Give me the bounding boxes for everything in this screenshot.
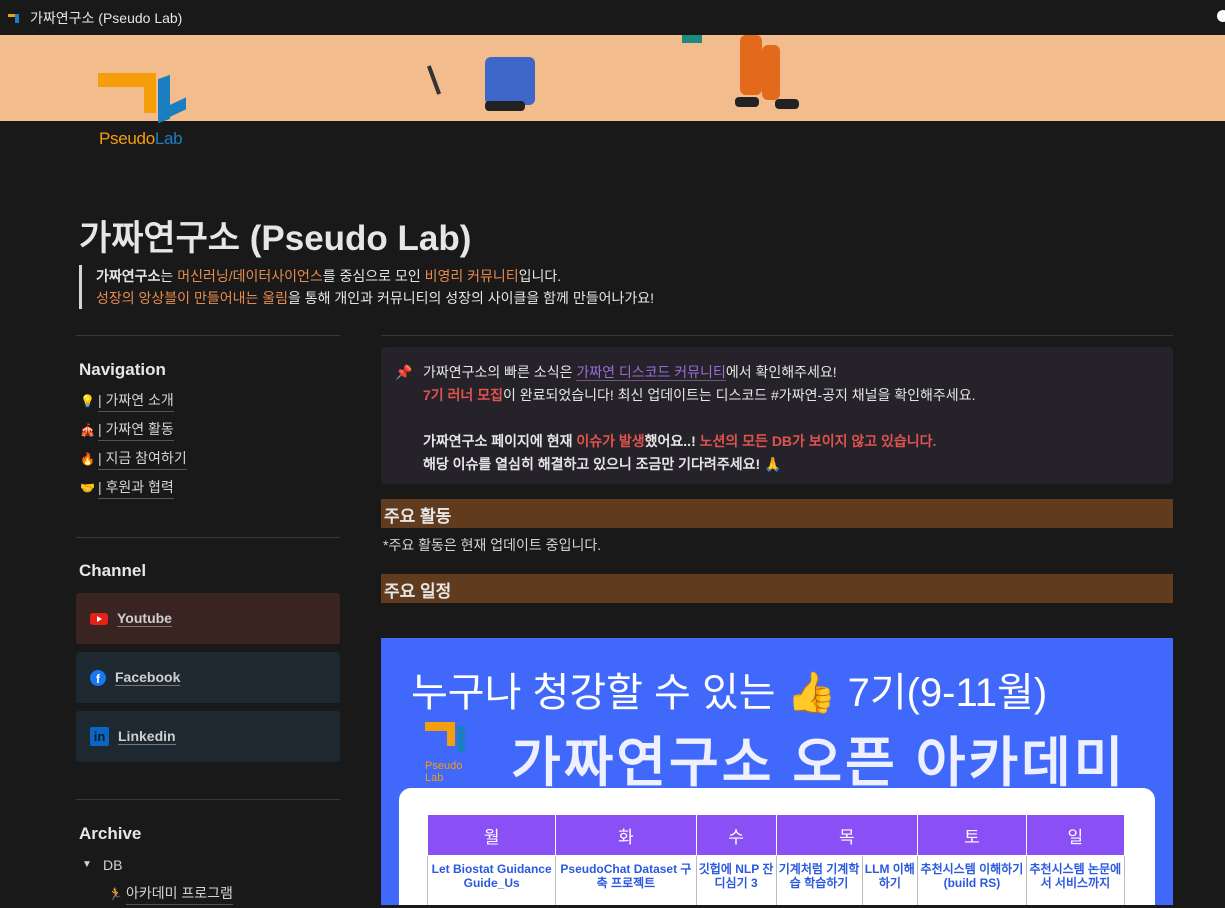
- navigation-section: Navigation 💡 | 가짜연 소개 🎪 | 가짜연 활동 🔥 | 지금 참여하…: [76, 360, 340, 502]
- archive-section: Archive ▼ DB 🏃 아카데미 프로그램: [76, 824, 340, 908]
- intro-quote: 가짜연구소는 머신러닝/데이터사이언스를 중심으로 모인 비영리 커뮤니티입니다…: [79, 265, 654, 309]
- divider: [381, 335, 1173, 336]
- pushpin-icon: 📌: [395, 364, 413, 380]
- fire-icon: 🔥: [80, 451, 95, 466]
- schedule-table: 월화수목토일 Let Biostat Guidance Guide_Us Pseu…: [426, 814, 1126, 905]
- poster-logo: Pseudo Lab: [425, 722, 465, 784]
- activities-note: *주요 활동은 현재 업데이트 중입니다.: [383, 537, 602, 553]
- circus-tent-icon: 🎪: [80, 422, 95, 437]
- notice-callout: 📌 가짜연구소의 빠른 소식은 가짜연 디스코드 커뮤니티에서 확인해주세요! …: [381, 347, 1173, 484]
- channel-title: Channel: [79, 561, 147, 580]
- runner-icon: 🏃: [108, 886, 123, 901]
- heading-activities: 주요 활동: [381, 499, 1173, 528]
- triangle-down-icon: ▼: [82, 859, 92, 870]
- favicon-icon: [8, 12, 22, 24]
- tab-title: 가짜연구소 (Pseudo Lab): [30, 9, 183, 26]
- youtube-icon: [90, 612, 108, 625]
- facebook-icon: f: [90, 669, 106, 686]
- archive-item-academy[interactable]: 🏃 아카데미 프로그램: [76, 879, 340, 908]
- divider: [76, 799, 340, 800]
- page-title: 가짜연구소 (Pseudo Lab): [79, 219, 472, 258]
- browser-tab[interactable]: 가짜연구소 (Pseudo Lab): [0, 0, 1225, 35]
- status-dot-icon: [1217, 10, 1225, 22]
- navigation-title: Navigation: [79, 360, 166, 379]
- channel-youtube[interactable]: Youtube: [76, 593, 340, 644]
- channel-linkedin[interactable]: in Linkedin: [76, 711, 340, 762]
- archive-title: Archive: [79, 824, 142, 843]
- channel-facebook[interactable]: f Facebook: [76, 652, 340, 703]
- nav-item-intro[interactable]: 💡 | 가짜연 소개: [76, 386, 340, 415]
- db-toggle[interactable]: ▼ DB: [76, 850, 340, 879]
- lightbulb-icon: 💡: [80, 393, 95, 408]
- academy-poster-image: 누구나 청강할 수 있는 👍 7기(9-11월) Pseudo Lab 가짜연구…: [381, 638, 1173, 905]
- nav-item-activities[interactable]: 🎪 | 가짜연 활동: [76, 415, 340, 444]
- pseudolab-logo: PseudoLab: [98, 73, 190, 153]
- nav-item-sponsor[interactable]: 🤝 | 후원과 협력: [76, 473, 340, 502]
- handshake-icon: 🤝: [80, 480, 95, 495]
- linkedin-icon: in: [90, 727, 109, 746]
- heading-schedule: 주요 일정: [381, 574, 1173, 603]
- divider: [76, 537, 340, 538]
- divider: [76, 335, 340, 336]
- discord-link[interactable]: 가짜연 디스코드 커뮤니티: [576, 364, 726, 381]
- channel-section: Channel Youtube f Facebook in Linkedin: [76, 561, 340, 770]
- nav-item-join[interactable]: 🔥 | 지금 참여하기: [76, 444, 340, 473]
